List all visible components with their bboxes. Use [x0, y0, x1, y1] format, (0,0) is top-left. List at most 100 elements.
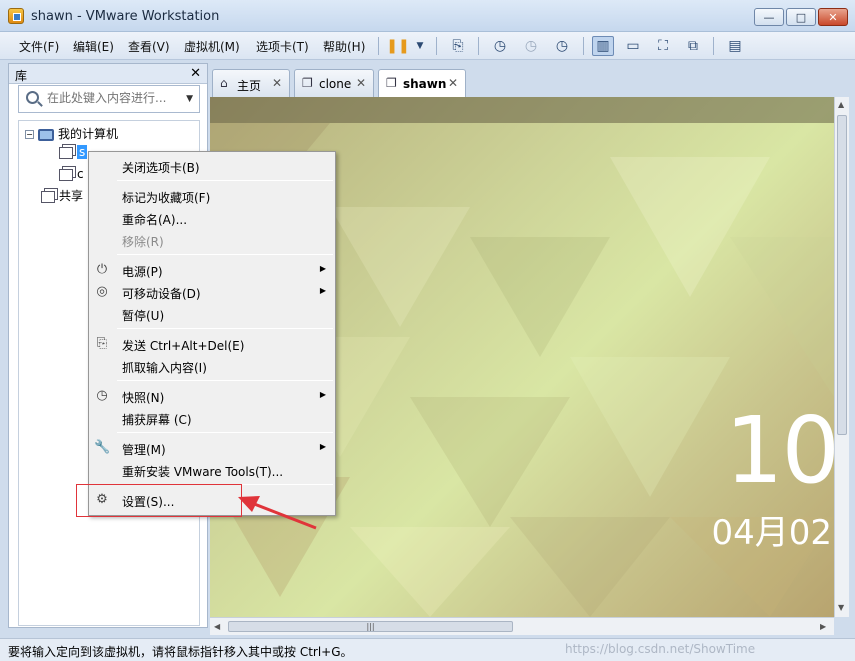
menu-label: 暂停(U): [122, 309, 165, 323]
shared-vm-icon: [41, 190, 55, 203]
scroll-down-icon[interactable]: ▼: [838, 603, 844, 612]
chevron-down-icon[interactable]: ▼: [409, 36, 431, 56]
annotation-arrow-icon: [238, 496, 317, 530]
menu-label: 电源(P): [122, 265, 163, 279]
toolbar-separator: [436, 37, 437, 55]
menu-item-bookmark[interactable]: 标记为收藏项(F): [89, 185, 335, 207]
close-icon[interactable]: ✕: [272, 76, 282, 90]
close-button[interactable]: ✕: [818, 8, 848, 26]
thumbnail-view-icon[interactable]: ▤: [724, 36, 746, 56]
menu-separator: [117, 254, 333, 255]
lock-screen-clock: 10: [724, 397, 834, 504]
tab-clone[interactable]: ❐ clone ✕: [294, 69, 374, 97]
lock-screen-date: 04月02: [711, 513, 832, 553]
snapshot-icon: ◷: [96, 388, 108, 403]
tree-label: c: [77, 167, 84, 181]
library-title: 库: [15, 69, 28, 83]
scroll-left-icon[interactable]: ◀: [214, 622, 220, 631]
close-icon[interactable]: ✕: [190, 66, 201, 81]
tree-node-vm-shawn[interactable]: s: [59, 145, 88, 159]
tab-label: 主页: [237, 79, 262, 93]
pause-icon[interactable]: ❚❚: [386, 36, 409, 56]
menu-help[interactable]: 帮助(H): [323, 38, 365, 55]
menu-separator: [117, 432, 333, 433]
send-keys-icon[interactable]: ⎘: [447, 36, 469, 56]
menu-edit[interactable]: 编辑(E): [73, 38, 114, 55]
vm-icon: ❐: [386, 76, 397, 90]
annotation-highlight-box: [76, 484, 242, 517]
scroll-up-icon[interactable]: ▲: [838, 100, 844, 109]
scroll-thumb[interactable]: [837, 115, 847, 435]
menu-item-remove[interactable]: 移除(R): [89, 229, 335, 251]
menu-vm[interactable]: 虚拟机(M): [184, 38, 240, 55]
close-icon[interactable]: ✕: [356, 76, 366, 90]
tab-label: shawn: [403, 77, 447, 91]
menu-item-grab-input[interactable]: 抓取输入内容(I): [89, 355, 335, 377]
fullscreen-icon[interactable]: ⛶: [652, 36, 674, 56]
snapshot-icon[interactable]: ◷: [489, 36, 511, 56]
menu-item-snapshot[interactable]: ◷ 快照(N) ▶: [89, 385, 335, 407]
status-bar: 要将输入定向到该虚拟机，请将鼠标指针移入其中或按 Ctrl+G。 https:/…: [0, 638, 855, 661]
menu-file[interactable]: 文件(F): [19, 38, 59, 55]
close-icon[interactable]: ✕: [448, 76, 458, 90]
menu-item-rename[interactable]: 重命名(A)...: [89, 207, 335, 229]
status-text: 要将输入定向到该虚拟机，请将鼠标指针移入其中或按 Ctrl+G。: [8, 645, 353, 659]
menu-label: 关闭选项卡(B): [122, 161, 200, 175]
chevron-down-icon[interactable]: ▼: [186, 94, 193, 104]
snapshot-manager-icon[interactable]: ◷: [551, 36, 573, 56]
tree-node-my-computer[interactable]: − 我的计算机: [25, 125, 118, 142]
tree-node-shared[interactable]: 共享: [41, 187, 83, 204]
window-title: shawn - VMware Workstation: [31, 9, 220, 24]
menu-label: 快照(N): [122, 391, 165, 405]
scroll-right-icon[interactable]: ▶: [820, 622, 826, 631]
maximize-button[interactable]: □: [786, 8, 816, 26]
menu-item-manage[interactable]: 🔧 管理(M) ▶: [89, 437, 335, 459]
unity-icon[interactable]: ⧉: [682, 36, 704, 56]
menu-item-power[interactable]: ⏻ 电源(P) ▶: [89, 259, 335, 281]
search-input[interactable]: [47, 91, 177, 105]
submenu-arrow-icon: ▶: [319, 264, 326, 273]
tab-home[interactable]: ⌂ 主页 ✕: [212, 69, 290, 97]
toolbar-separator: [478, 37, 479, 55]
menu-item-pause[interactable]: 暂停(U): [89, 303, 335, 325]
menu-item-close-tab[interactable]: 关闭选项卡(B): [89, 155, 335, 177]
horizontal-scrollbar[interactable]: ◀ ||| ▶: [210, 617, 834, 635]
tree-node-vm-clone[interactable]: c: [59, 167, 84, 181]
revert-snapshot-icon[interactable]: ◷: [520, 36, 542, 56]
menu-label: 发送 Ctrl+Alt+Del(E): [122, 339, 245, 353]
vm-icon: ❐: [302, 76, 313, 90]
tab-label: clone: [319, 77, 352, 91]
menu-item-capture-screen[interactable]: 捕获屏幕 (C): [89, 407, 335, 429]
tab-shawn[interactable]: ❐ shawn ✕: [378, 69, 466, 97]
watermark: https://blog.csdn.net/ShowTime: [565, 642, 756, 656]
menu-item-send-ctrl-alt-del[interactable]: ⎘ 发送 Ctrl+Alt+Del(E): [89, 333, 335, 355]
menu-tabs[interactable]: 选项卡(T): [256, 38, 309, 55]
toolbar-separator: [713, 37, 714, 55]
menu-view[interactable]: 查看(V): [128, 38, 170, 55]
submenu-arrow-icon: ▶: [319, 286, 326, 295]
vm-top-bar: [210, 97, 834, 123]
console-view-icon[interactable]: ▭: [622, 36, 644, 56]
submenu-arrow-icon: ▶: [319, 442, 326, 451]
context-menu: 关闭选项卡(B) 标记为收藏项(F) 重命名(A)... 移除(R) ⏻ 电源(P…: [88, 151, 336, 516]
title-bar: shawn - VMware Workstation — □ ✕: [0, 0, 855, 32]
tree-label: 我的计算机: [58, 127, 119, 141]
library-search[interactable]: ▼: [18, 85, 200, 113]
toolbar-separator: [378, 37, 379, 55]
library-view-icon[interactable]: ▥: [592, 36, 614, 56]
menu-item-reinstall-tools[interactable]: 重新安装 VMware Tools(T)...: [89, 459, 335, 481]
wrench-icon: 🔧: [94, 440, 111, 455]
menu-separator: [117, 180, 333, 181]
minimize-button[interactable]: —: [754, 8, 784, 26]
menu-label: 移除(R): [122, 235, 164, 249]
vm-icon: [59, 146, 73, 159]
vm-icon: [59, 168, 73, 181]
collapse-icon[interactable]: −: [25, 130, 34, 139]
menu-toolbar: 文件(F) 编辑(E) 查看(V) 虚拟机(M) 选项卡(T) 帮助(H) ❚❚…: [0, 32, 855, 60]
tree-label: 共享: [59, 189, 84, 203]
scroll-thumb[interactable]: |||: [228, 621, 513, 632]
menu-item-removable-devices[interactable]: ◎ 可移动设备(D) ▶: [89, 281, 335, 303]
menu-label: 标记为收藏项(F): [122, 191, 211, 205]
tree-label: s: [77, 145, 88, 159]
vertical-scrollbar[interactable]: ▲ ▼: [834, 97, 849, 617]
